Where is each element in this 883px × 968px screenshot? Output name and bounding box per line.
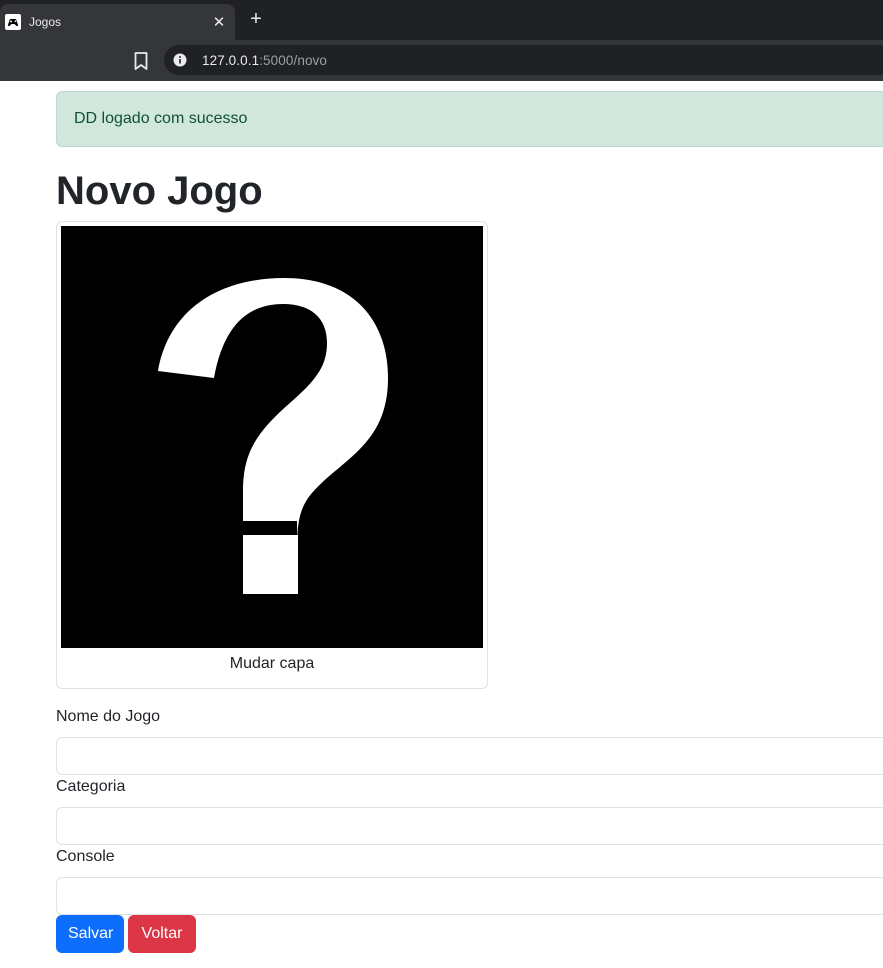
console-input[interactable] [56, 877, 883, 915]
url-text: 127.0.0.1:5000/novo [202, 53, 327, 68]
category-label: Categoria [56, 778, 126, 795]
game-name-label: Nome do Jogo [56, 708, 161, 725]
page-title: Novo Jogo [56, 169, 263, 213]
save-button[interactable]: Salvar [56, 915, 124, 953]
close-tab-icon[interactable]: ✕ [209, 12, 229, 32]
browser-tab[interactable]: Jogos ✕ [0, 4, 235, 40]
alert-message: DD logado com sucesso [74, 110, 248, 127]
change-cover-caption[interactable]: Mudar capa [57, 652, 487, 676]
tab-title: Jogos [29, 15, 62, 29]
success-alert: DD logado com sucesso [56, 91, 883, 147]
url-host: 127.0.0.1 [202, 52, 260, 68]
game-name-input[interactable] [56, 737, 883, 775]
browser-toolbar: 127.0.0.1:5000/novo [0, 40, 883, 81]
question-mark-icon [158, 278, 388, 594]
bookmark-icon[interactable] [132, 51, 150, 71]
category-input[interactable] [56, 807, 883, 845]
browser-tabstrip: Jogos ✕ + [0, 0, 883, 40]
new-tab-icon[interactable]: + [245, 8, 267, 30]
address-bar[interactable]: 127.0.0.1:5000/novo [164, 45, 883, 75]
console-label: Console [56, 848, 115, 865]
site-info-icon[interactable] [172, 52, 188, 68]
back-button[interactable]: Voltar [128, 915, 196, 953]
url-path: :5000/novo [259, 52, 328, 68]
cover-card[interactable]: Mudar capa [56, 221, 488, 689]
cover-image[interactable] [61, 226, 483, 648]
gamepad-favicon-icon [5, 14, 21, 30]
